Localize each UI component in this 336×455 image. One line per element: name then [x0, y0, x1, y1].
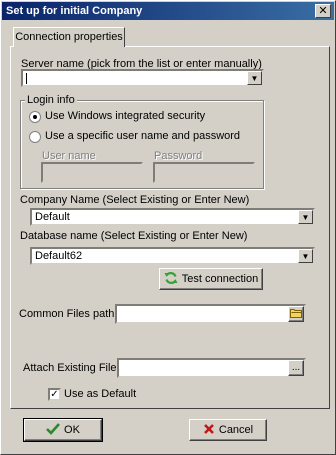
common-files-field[interactable]	[115, 304, 306, 324]
folder-icon	[290, 308, 302, 321]
use-as-default-checkbox[interactable]: ✓	[48, 388, 61, 401]
close-button[interactable]: ✕	[315, 4, 331, 18]
server-name-combo[interactable]: ▼	[21, 69, 264, 87]
chevron-down-icon[interactable]: ▼	[298, 210, 313, 224]
ok-label: OK	[64, 424, 80, 436]
checkmark-icon: ✓	[50, 389, 59, 400]
username-field[interactable]	[41, 162, 143, 183]
password-label: Password	[154, 150, 203, 162]
refresh-icon	[164, 271, 178, 288]
close-icon: ✕	[318, 5, 328, 17]
radio-specific-user-label[interactable]: Use a specific user name and password	[45, 130, 240, 142]
window-title: Set up for initial Company	[6, 5, 143, 17]
ok-button[interactable]: OK	[23, 418, 103, 442]
database-name-value: Default62	[35, 250, 83, 262]
checkmark-icon	[46, 422, 61, 438]
text-caret	[26, 72, 27, 84]
tab-label: Connection properties	[15, 31, 123, 43]
cancel-button[interactable]: Cancel	[189, 419, 267, 441]
test-connection-button[interactable]: Test connection	[159, 268, 263, 290]
title-bar[interactable]: Set up for initial Company ✕	[2, 2, 334, 20]
chevron-down-icon[interactable]: ▼	[247, 71, 262, 85]
tab-connection-properties[interactable]: Connection properties	[13, 27, 125, 47]
password-field[interactable]	[153, 162, 255, 183]
radio-windows-security[interactable]	[29, 111, 41, 123]
cancel-label: Cancel	[218, 424, 254, 436]
database-name-label: Database name (Select Existing or Enter …	[20, 230, 248, 242]
dialog-window: Set up for initial Company ✕ Connection …	[0, 0, 336, 455]
radio-specific-user[interactable]	[29, 131, 41, 143]
test-connection-label: Test connection	[181, 273, 259, 285]
common-files-browse-button[interactable]	[288, 306, 304, 322]
login-info-title: Login info	[25, 94, 77, 106]
database-name-combo[interactable]: Default62 ▼	[30, 247, 315, 265]
company-name-label: Company Name (Select Existing or Enter N…	[20, 194, 250, 206]
ellipsis-label: ...	[291, 362, 301, 373]
company-name-value: Default	[35, 211, 70, 223]
chevron-down-icon[interactable]: ▼	[298, 249, 313, 263]
radio-windows-security-label[interactable]: Use Windows integrated security	[45, 110, 205, 122]
company-name-combo[interactable]: Default ▼	[30, 208, 315, 226]
use-as-default-label[interactable]: Use as Default	[64, 388, 136, 400]
attach-file-field[interactable]: ...	[117, 358, 306, 378]
x-icon	[203, 423, 215, 438]
common-files-label: Common Files path:	[19, 308, 118, 320]
attach-file-browse-button[interactable]: ...	[288, 360, 304, 376]
username-label: User name	[42, 150, 96, 162]
attach-file-label: Attach Existing File:	[23, 362, 120, 374]
